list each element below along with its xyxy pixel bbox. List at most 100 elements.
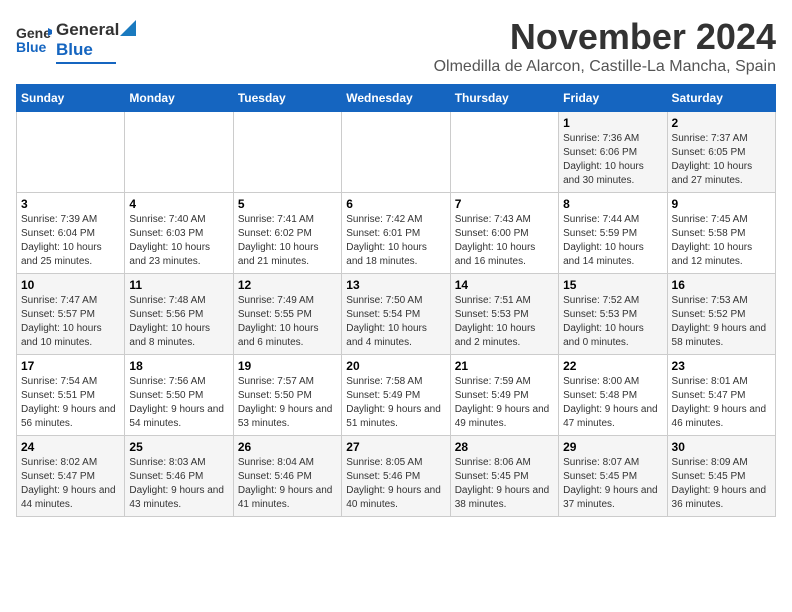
svg-text:Blue: Blue <box>16 39 47 55</box>
weekday-header-sunday: Sunday <box>17 85 125 112</box>
day-info: Sunrise: 8:03 AMSunset: 5:46 PMDaylight:… <box>129 456 228 512</box>
calendar-cell: 15 Sunrise: 7:52 AMSunset: 5:53 PMDayligh… <box>559 274 667 355</box>
calendar-cell: 4 Sunrise: 7:40 AMSunset: 6:03 PMDaylight… <box>125 193 233 274</box>
day-info: Sunrise: 8:07 AMSunset: 5:45 PMDaylight:… <box>563 456 662 512</box>
day-number: 6 <box>346 197 445 211</box>
calendar-cell: 5Sunrise: 7:41 AMSunset: 6:02 PMDaylight… <box>233 193 341 274</box>
day-info: Sunrise: 7:48 AMSunset: 5:56 PMDaylight:… <box>129 294 228 350</box>
title-section: November 2024 Olmedilla de Alarcon, Cast… <box>434 16 776 76</box>
day-info: Sunrise: 7:40 AMSunset: 6:03 PMDaylight:… <box>129 213 228 269</box>
day-number: 21 <box>455 359 554 373</box>
day-info: Sunrise: 8:04 AMSunset: 5:46 PMDaylight:… <box>238 456 337 512</box>
calendar-cell: 24 Sunrise: 8:02 AMSunset: 5:47 PMDayligh… <box>17 436 125 517</box>
day-info: Sunrise: 7:43 AMSunset: 6:00 PMDaylight:… <box>455 213 554 269</box>
day-info: Sunrise: 8:01 AMSunset: 5:47 PMDaylight:… <box>672 375 771 431</box>
day-info: Sunrise: 7:41 AMSunset: 6:02 PMDaylight:… <box>238 213 337 269</box>
day-number: 22 <box>563 359 662 373</box>
day-number: 14 <box>455 278 554 292</box>
day-info: Sunrise: 8:02 AMSunset: 5:47 PMDaylight:… <box>21 456 120 512</box>
day-number: 24 <box>21 440 120 454</box>
day-info: Sunrise: 7:52 AMSunset: 5:53 PMDaylight:… <box>563 294 662 350</box>
day-info: Sunrise: 8:05 AMSunset: 5:46 PMDaylight:… <box>346 456 445 512</box>
day-info: Sunrise: 7:51 AMSunset: 5:53 PMDaylight:… <box>455 294 554 350</box>
month-title: November 2024 <box>434 16 776 58</box>
calendar-cell: 17 Sunrise: 7:54 AMSunset: 5:51 PMDayligh… <box>17 355 125 436</box>
weekday-header-thursday: Thursday <box>450 85 558 112</box>
calendar-cell: 25 Sunrise: 8:03 AMSunset: 5:46 PMDayligh… <box>125 436 233 517</box>
day-info: Sunrise: 7:53 AMSunset: 5:52 PMDaylight:… <box>672 294 771 350</box>
day-info: Sunrise: 7:44 AMSunset: 5:59 PMDaylight:… <box>563 213 662 269</box>
calendar-cell: 29Sunrise: 8:07 AMSunset: 5:45 PMDayligh… <box>559 436 667 517</box>
calendar-cell <box>17 112 125 193</box>
day-number: 19 <box>238 359 337 373</box>
calendar-cell: 11 Sunrise: 7:48 AMSunset: 5:56 PMDayligh… <box>125 274 233 355</box>
logo-triangle-icon <box>120 20 136 36</box>
calendar-cell: 2Sunrise: 7:37 AMSunset: 6:05 PMDaylight… <box>667 112 775 193</box>
calendar-cell: 20 Sunrise: 7:58 AMSunset: 5:49 PMDayligh… <box>342 355 450 436</box>
calendar-cell: 27 Sunrise: 8:05 AMSunset: 5:46 PMDayligh… <box>342 436 450 517</box>
calendar-week-2: 3Sunrise: 7:39 AMSunset: 6:04 PMDaylight… <box>17 193 776 274</box>
weekday-header-friday: Friday <box>559 85 667 112</box>
day-number: 18 <box>129 359 228 373</box>
day-number: 16 <box>672 278 771 292</box>
calendar-cell: 3Sunrise: 7:39 AMSunset: 6:04 PMDaylight… <box>17 193 125 274</box>
weekday-header-tuesday: Tuesday <box>233 85 341 112</box>
day-info: Sunrise: 7:54 AMSunset: 5:51 PMDaylight:… <box>21 375 120 431</box>
day-info: Sunrise: 8:06 AMSunset: 5:45 PMDaylight:… <box>455 456 554 512</box>
day-number: 7 <box>455 197 554 211</box>
calendar-table: SundayMondayTuesdayWednesdayThursdayFrid… <box>16 84 776 517</box>
day-number: 9 <box>672 197 771 211</box>
calendar-week-1: 1 Sunrise: 7:36 AMSunset: 6:06 PMDaylight… <box>17 112 776 193</box>
day-number: 13 <box>346 278 445 292</box>
day-info: Sunrise: 7:49 AMSunset: 5:55 PMDaylight:… <box>238 294 337 350</box>
day-number: 12 <box>238 278 337 292</box>
calendar-cell: 13 Sunrise: 7:50 AMSunset: 5:54 PMDayligh… <box>342 274 450 355</box>
day-number: 1 <box>563 116 662 130</box>
calendar-week-5: 24 Sunrise: 8:02 AMSunset: 5:47 PMDayligh… <box>17 436 776 517</box>
day-info: Sunrise: 7:47 AMSunset: 5:57 PMDaylight:… <box>21 294 120 350</box>
weekday-header-row: SundayMondayTuesdayWednesdayThursdayFrid… <box>17 85 776 112</box>
day-number: 28 <box>455 440 554 454</box>
calendar-cell <box>233 112 341 193</box>
calendar-cell: 1 Sunrise: 7:36 AMSunset: 6:06 PMDaylight… <box>559 112 667 193</box>
day-info: Sunrise: 7:59 AMSunset: 5:49 PMDaylight:… <box>455 375 554 431</box>
calendar-cell: 26 Sunrise: 8:04 AMSunset: 5:46 PMDayligh… <box>233 436 341 517</box>
calendar-cell <box>342 112 450 193</box>
day-number: 23 <box>672 359 771 373</box>
day-info: Sunrise: 7:50 AMSunset: 5:54 PMDaylight:… <box>346 294 445 350</box>
day-number: 26 <box>238 440 337 454</box>
calendar-cell: 30Sunrise: 8:09 AMSunset: 5:45 PMDayligh… <box>667 436 775 517</box>
calendar-cell: 12 Sunrise: 7:49 AMSunset: 5:55 PMDayligh… <box>233 274 341 355</box>
calendar-cell: 22 Sunrise: 8:00 AMSunset: 5:48 PMDayligh… <box>559 355 667 436</box>
day-number: 4 <box>129 197 228 211</box>
day-number: 17 <box>21 359 120 373</box>
logo-icon: General Blue <box>16 22 52 58</box>
logo: General Blue General Blue <box>16 16 136 64</box>
weekday-header-monday: Monday <box>125 85 233 112</box>
calendar-cell: 7 Sunrise: 7:43 AMSunset: 6:00 PMDaylight… <box>450 193 558 274</box>
day-number: 3 <box>21 197 120 211</box>
day-number: 11 <box>129 278 228 292</box>
calendar-cell: 9Sunrise: 7:45 AMSunset: 5:58 PMDaylight… <box>667 193 775 274</box>
day-info: Sunrise: 7:36 AMSunset: 6:06 PMDaylight:… <box>563 132 662 188</box>
calendar-cell: 18Sunrise: 7:56 AMSunset: 5:50 PMDayligh… <box>125 355 233 436</box>
day-number: 25 <box>129 440 228 454</box>
calendar-week-4: 17 Sunrise: 7:54 AMSunset: 5:51 PMDayligh… <box>17 355 776 436</box>
day-number: 10 <box>21 278 120 292</box>
logo-general-text: General <box>56 20 119 40</box>
calendar-header: SundayMondayTuesdayWednesdayThursdayFrid… <box>17 85 776 112</box>
day-number: 8 <box>563 197 662 211</box>
calendar-week-3: 10 Sunrise: 7:47 AMSunset: 5:57 PMDayligh… <box>17 274 776 355</box>
location-subtitle: Olmedilla de Alarcon, Castille-La Mancha… <box>434 58 776 76</box>
day-info: Sunrise: 7:58 AMSunset: 5:49 PMDaylight:… <box>346 375 445 431</box>
calendar-cell: 21 Sunrise: 7:59 AMSunset: 5:49 PMDayligh… <box>450 355 558 436</box>
calendar-cell: 6Sunrise: 7:42 AMSunset: 6:01 PMDaylight… <box>342 193 450 274</box>
day-number: 15 <box>563 278 662 292</box>
day-info: Sunrise: 8:00 AMSunset: 5:48 PMDaylight:… <box>563 375 662 431</box>
logo-blue-text: Blue <box>56 40 93 60</box>
calendar-cell: 10 Sunrise: 7:47 AMSunset: 5:57 PMDayligh… <box>17 274 125 355</box>
calendar-cell: 14 Sunrise: 7:51 AMSunset: 5:53 PMDayligh… <box>450 274 558 355</box>
day-number: 20 <box>346 359 445 373</box>
day-number: 27 <box>346 440 445 454</box>
day-number: 2 <box>672 116 771 130</box>
